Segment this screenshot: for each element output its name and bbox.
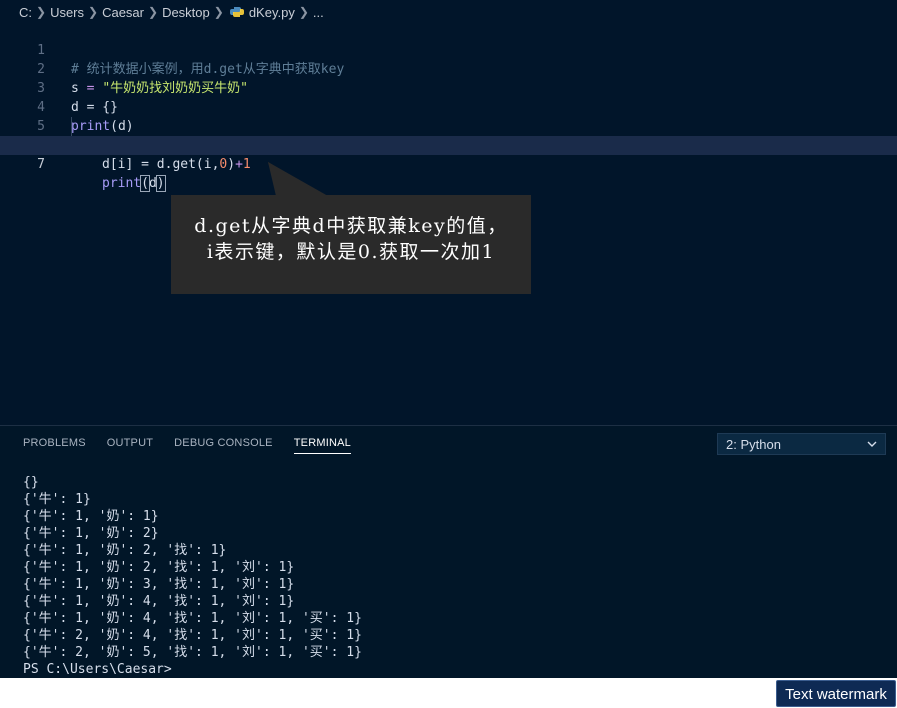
bottom-panel: PROBLEMS OUTPUT DEBUG CONSOLE TERMINAL 2… bbox=[0, 425, 897, 679]
tab-debug-console[interactable]: DEBUG CONSOLE bbox=[174, 437, 273, 454]
callout-pointer bbox=[268, 162, 338, 196]
code-line[interactable]: 6 d[i] = d.get(i,0)+1 bbox=[0, 117, 897, 172]
code-line[interactable]: 5 for i in s: bbox=[0, 98, 897, 153]
annotation-callout: d.get从字典d中获取兼key的值， i表示键，默认是0.获取一次加1 bbox=[171, 195, 531, 294]
chevron-right-icon: ❯ bbox=[88, 5, 99, 19]
code-line[interactable]: 4 print(d) bbox=[0, 79, 897, 134]
terminal-line: {'牛': 2, '奶': 5, '找': 1, '刘': 1, '买': 1} bbox=[23, 645, 362, 660]
chevron-right-icon: ❯ bbox=[298, 5, 309, 19]
line-number: 7 bbox=[37, 157, 45, 172]
chevron-right-icon: ❯ bbox=[148, 5, 159, 19]
tab-output[interactable]: OUTPUT bbox=[107, 437, 153, 454]
terminal-line: {'牛': 1, '奶': 4, '找': 1, '刘': 1, '买': 1} bbox=[23, 611, 362, 626]
code-token: ) bbox=[227, 157, 236, 172]
code-token: d[i] = d.get(i, bbox=[102, 157, 220, 172]
terminal-line: {'牛': 1, '奶': 2} bbox=[23, 526, 159, 541]
code-bracket: ) bbox=[155, 175, 166, 192]
panel-tabs: PROBLEMS OUTPUT DEBUG CONSOLE TERMINAL bbox=[23, 437, 372, 454]
breadcrumb-users[interactable]: Users bbox=[50, 5, 84, 20]
code-operator: + bbox=[235, 157, 243, 172]
breadcrumb-desktop[interactable]: Desktop bbox=[162, 5, 210, 20]
code-bracket: ( bbox=[140, 175, 150, 192]
code-line-current[interactable]: 7 print(d) bbox=[0, 136, 897, 192]
code-lines[interactable]: 1 # 统计数据小案例，用d.get从字典中获取key 2 s = "牛奶奶找刘… bbox=[0, 22, 897, 192]
code-line[interactable]: 2 s = "牛奶奶找刘奶奶买牛奶" bbox=[0, 41, 897, 96]
terminal-select[interactable]: 2: Python bbox=[717, 433, 886, 455]
page-footer bbox=[0, 678, 897, 708]
terminal-line: {'牛': 1} bbox=[23, 492, 91, 507]
terminal-line: {'牛': 1, '奶': 4, '找': 1, '刘': 1} bbox=[23, 594, 295, 609]
terminal-line: {'牛': 1, '奶': 1} bbox=[23, 509, 159, 524]
chevron-right-icon: ❯ bbox=[213, 5, 224, 19]
tab-problems[interactable]: PROBLEMS bbox=[23, 437, 86, 454]
terminal-line: {'牛': 1, '奶': 3, '找': 1, '刘': 1} bbox=[23, 577, 295, 592]
code-number: 1 bbox=[242, 157, 251, 172]
text-cursor bbox=[164, 176, 166, 191]
terminal-line: {'牛': 1, '奶': 2, '找': 1} bbox=[23, 543, 227, 558]
terminal-prompt: PS C:\Users\Caesar> bbox=[23, 662, 172, 677]
breadcrumb-symbols[interactable]: ... bbox=[313, 5, 324, 20]
terminal-line: {'牛': 1, '奶': 2, '找': 1, '刘': 1} bbox=[23, 560, 295, 575]
terminal-line: {'牛': 2, '奶': 4, '找': 1, '刘': 1, '买': 1} bbox=[23, 628, 362, 643]
code-line[interactable]: 3 d = {} bbox=[0, 60, 897, 115]
watermark-label: Text watermark bbox=[776, 680, 896, 707]
terminal-select-value: 2: Python bbox=[726, 437, 781, 452]
code-token: d bbox=[148, 176, 157, 191]
callout-line-2: i表示键，默认是0.获取一次加1 bbox=[206, 241, 496, 263]
chevron-right-icon: ❯ bbox=[36, 5, 47, 19]
breadcrumb-file[interactable]: dKey.py bbox=[249, 5, 295, 20]
breadcrumb-drive[interactable]: C: bbox=[19, 5, 32, 20]
breadcrumb: C: ❯ Users ❯ Caesar ❯ Desktop ❯ dKey.py … bbox=[19, 3, 324, 21]
breadcrumb-caesar[interactable]: Caesar bbox=[102, 5, 144, 20]
chevron-down-icon bbox=[867, 441, 877, 447]
python-file-icon bbox=[229, 7, 244, 17]
terminal-output[interactable]: {} {'牛': 1} {'牛': 1, '奶': 1} {'牛': 1, '奶… bbox=[23, 474, 362, 678]
code-line[interactable]: 1 # 统计数据小案例，用d.get从字典中获取key bbox=[0, 22, 897, 77]
code-function: print bbox=[102, 176, 142, 191]
code-editor[interactable]: C: ❯ Users ❯ Caesar ❯ Desktop ❯ dKey.py … bbox=[0, 0, 897, 425]
callout-line-1: d.get从字典d中获取兼key的值， bbox=[194, 215, 508, 237]
terminal-line: {} bbox=[23, 475, 39, 490]
tab-terminal[interactable]: TERMINAL bbox=[293, 437, 351, 454]
